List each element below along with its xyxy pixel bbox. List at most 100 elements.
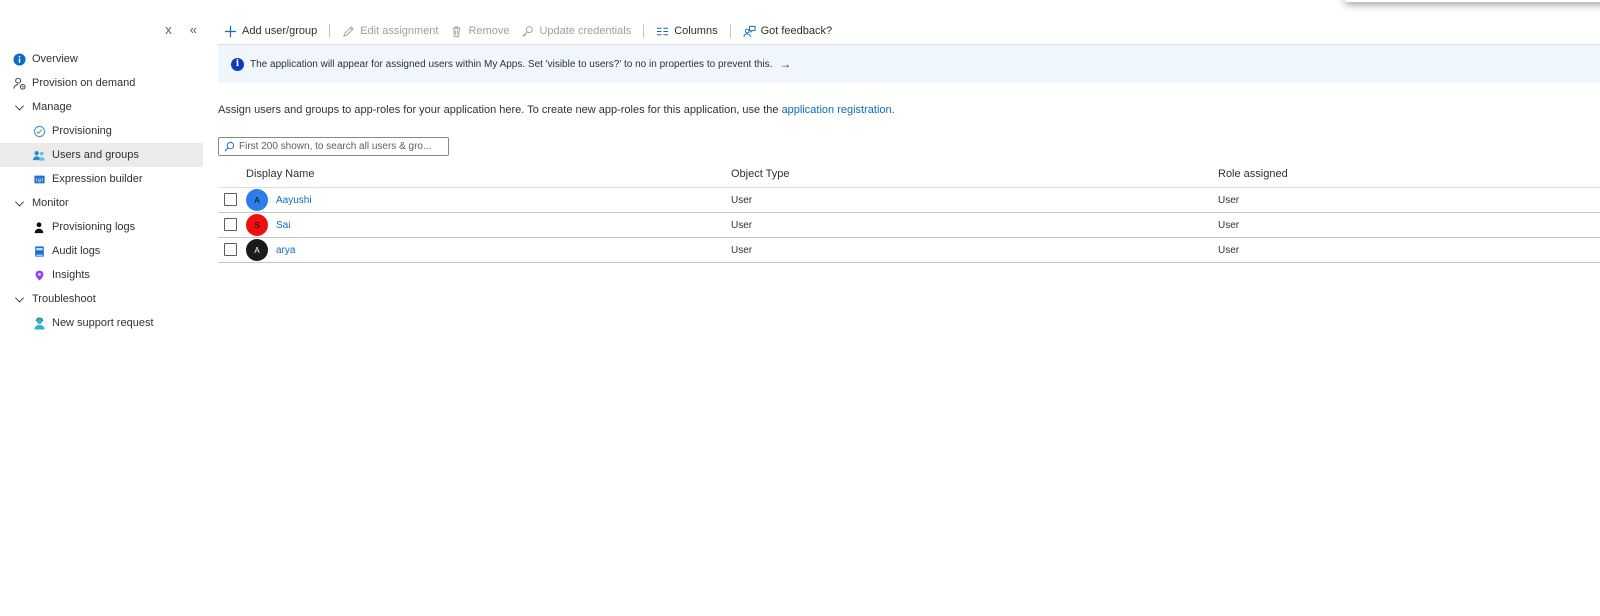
avatar: S — [246, 214, 268, 236]
info-banner-text: The application will appear for assigned… — [250, 58, 773, 70]
update-credentials-button[interactable]: Update credentials — [515, 20, 637, 42]
table-body: A Aayushi User User S Sai User User Aarya User Use… — [218, 188, 1600, 263]
object-type-cell: User — [731, 195, 753, 206]
remove-label: Remove — [468, 25, 510, 37]
info-icon: i — [231, 57, 244, 71]
table-header: Display Name Object Type Role assigned — [218, 162, 1600, 188]
sidebar-group-label: Monitor — [32, 197, 69, 209]
feedback-label: Got feedback? — [760, 25, 833, 37]
support-person-icon — [32, 316, 46, 330]
sidebar-item-label: New support request — [52, 317, 154, 329]
chevron-down-icon — [12, 292, 26, 306]
table-row[interactable]: A Aayushi User User — [218, 188, 1600, 213]
add-user-group-button[interactable]: Add user/group — [218, 20, 323, 42]
description-suffix: . — [891, 104, 895, 116]
arrow-right-icon[interactable]: → — [779, 57, 791, 71]
sidebar-item-overview[interactable]: Overview — [0, 47, 203, 71]
table-row[interactable]: S Sai User User — [218, 213, 1600, 238]
feedback-icon — [743, 25, 756, 37]
sidebar-item-label: Overview — [32, 53, 78, 65]
info-icon — [12, 52, 26, 66]
row-checkbox[interactable] — [224, 193, 237, 206]
search-field[interactable] — [218, 137, 449, 156]
person-provision-icon — [12, 76, 26, 90]
sidebar: x « Overview Provision on demand Manage … — [0, 0, 203, 616]
main-content: Add user/group Edit assignment Remove Up… — [218, 0, 1600, 616]
audit-book-icon — [32, 244, 46, 258]
row-checkbox[interactable] — [224, 218, 237, 231]
search-input[interactable] — [239, 141, 439, 152]
sidebar-group-monitor[interactable]: Monitor — [0, 191, 203, 215]
close-sidebar-button[interactable]: x — [165, 22, 172, 37]
user-name-link[interactable]: arya — [276, 245, 295, 256]
app-window: x « Overview Provision on demand Manage … — [0, 0, 1600, 616]
sidebar-group-label: Manage — [32, 101, 72, 113]
sidebar-item-insights[interactable]: Insights — [0, 263, 203, 287]
update-credentials-label: Update credentials — [539, 25, 632, 37]
avatar: A — [246, 189, 268, 211]
insights-icon — [32, 268, 46, 282]
toolbar-divider — [643, 24, 645, 38]
collapse-sidebar-button[interactable]: « — [190, 22, 197, 37]
sidebar-item-label: Expression builder — [52, 173, 143, 185]
sidebar-group-troubleshoot[interactable]: Troubleshoot — [0, 287, 203, 311]
column-header-role-assigned[interactable]: Role assigned — [1218, 168, 1288, 180]
edit-assignment-label: Edit assignment — [360, 25, 439, 37]
role-assigned-cell: User — [1218, 220, 1240, 231]
sidebar-item-provision-on-demand[interactable]: Provision on demand — [0, 71, 203, 95]
chevron-down-icon — [12, 100, 26, 114]
feedback-button[interactable]: Got feedback? — [737, 20, 839, 42]
plus-icon — [224, 25, 237, 37]
trash-icon — [453, 25, 461, 37]
pencil-icon — [343, 25, 355, 37]
avatar: A — [246, 239, 268, 261]
sidebar-group-label: Troubleshoot — [32, 293, 96, 305]
object-type-cell: User — [731, 220, 753, 231]
page-description: Assign users and groups to app-roles for… — [218, 104, 895, 116]
remove-button[interactable]: Remove — [444, 20, 515, 42]
svg-text:{@}: {@} — [35, 177, 44, 183]
column-header-display-name[interactable]: Display Name — [246, 168, 314, 180]
sidebar-item-label: Audit logs — [52, 245, 101, 257]
sidebar-group-manage[interactable]: Manage — [0, 95, 203, 119]
command-bar: Add user/group Edit assignment Remove Up… — [218, 20, 838, 42]
row-checkbox[interactable] — [224, 243, 237, 256]
add-user-group-label: Add user/group — [242, 25, 318, 37]
toolbar-divider — [729, 24, 731, 38]
role-assigned-cell: User — [1218, 245, 1240, 256]
chevron-down-icon — [12, 196, 26, 210]
sidebar-item-users-and-groups[interactable]: Users and groups — [0, 143, 203, 167]
users-table: Display Name Object Type Role assigned A… — [218, 162, 1600, 263]
key-icon — [522, 25, 534, 37]
description-text: Assign users and groups to app-roles for… — [218, 104, 782, 116]
info-banner: i The application will appear for assign… — [218, 45, 1600, 83]
sidebar-item-provisioning-logs[interactable]: Provisioning logs — [0, 215, 203, 239]
sidebar-item-label: Provision on demand — [32, 77, 136, 89]
columns-button[interactable]: Columns — [650, 20, 723, 42]
sidebar-item-provisioning[interactable]: Provisioning — [0, 119, 203, 143]
columns-label: Columns — [674, 25, 718, 37]
sidebar-item-expression-builder[interactable]: {@} Expression builder — [0, 167, 203, 191]
expression-icon: {@} — [32, 172, 46, 186]
users-icon — [32, 148, 46, 162]
sidebar-item-label: Insights — [52, 269, 90, 281]
column-header-object-type[interactable]: Object Type — [731, 168, 790, 180]
edit-assignment-button[interactable]: Edit assignment — [336, 20, 444, 42]
provisioning-icon — [32, 124, 46, 138]
sidebar-item-new-support-request[interactable]: New support request — [0, 311, 203, 335]
sidebar-item-label: Provisioning logs — [52, 221, 136, 233]
role-assigned-cell: User — [1218, 195, 1240, 206]
columns-icon — [657, 27, 669, 35]
application-registration-link[interactable]: application registration — [782, 104, 892, 116]
object-type-cell: User — [731, 245, 753, 256]
sidebar-controls: x « — [165, 22, 197, 37]
sidebar-item-label: Provisioning — [52, 125, 112, 137]
sidebar-item-label: Users and groups — [52, 149, 139, 161]
logs-person-icon — [32, 220, 46, 234]
toolbar-divider — [329, 24, 331, 38]
table-row[interactable]: Aarya User User — [218, 238, 1600, 263]
sidebar-item-audit-logs[interactable]: Audit logs — [0, 239, 203, 263]
user-name-link[interactable]: Aayushi — [276, 195, 312, 206]
search-icon — [224, 141, 235, 152]
user-name-link[interactable]: Sai — [276, 220, 290, 231]
